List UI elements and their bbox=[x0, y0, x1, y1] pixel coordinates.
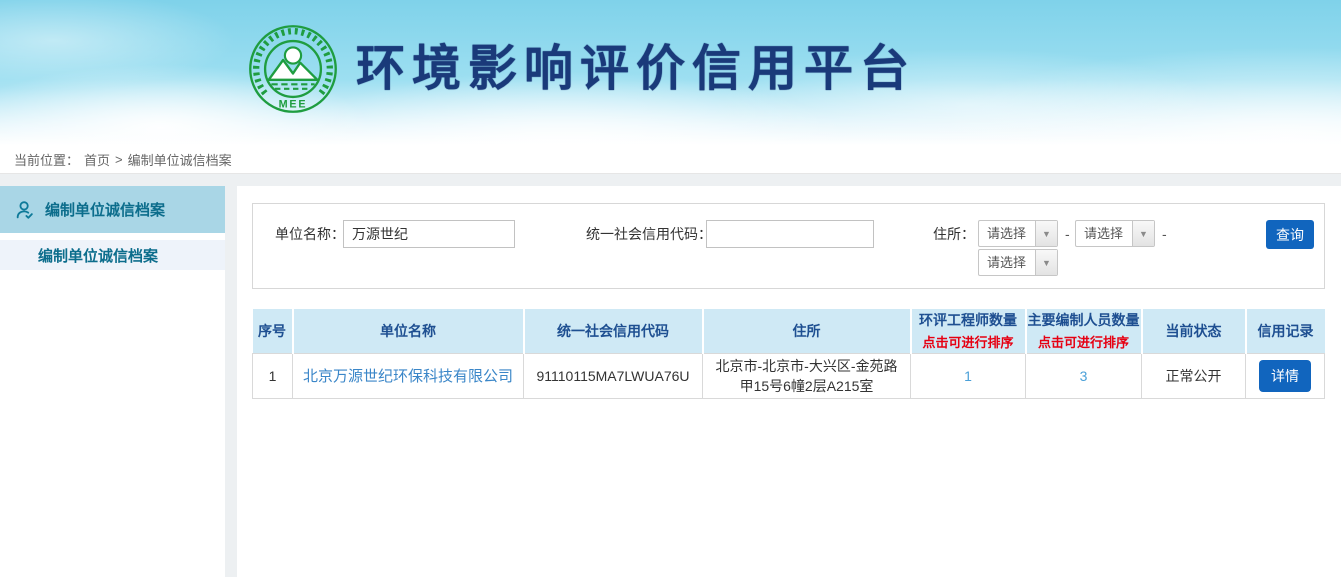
col-header-engineer-count-sortable[interactable]: 环评工程师数量 点击可进行排序 bbox=[911, 309, 1026, 353]
engineer-count-header-label: 环评工程师数量 bbox=[919, 312, 1017, 328]
col-header-address: 住所 bbox=[703, 309, 911, 353]
query-button[interactable]: 查询 bbox=[1266, 220, 1314, 249]
site-header: MEE 环境影响评价信用平台 bbox=[0, 0, 1341, 145]
province-select[interactable]: 请选择 ▼ bbox=[978, 220, 1058, 247]
col-header-status: 当前状态 bbox=[1142, 309, 1246, 353]
engineer-count-sort-hint[interactable]: 点击可进行排序 bbox=[912, 332, 1025, 351]
breadcrumb: 当前位置： 首页 > 编制单位诚信档案 bbox=[0, 145, 1341, 174]
user-check-icon bbox=[14, 199, 36, 221]
col-header-staff-count-sortable[interactable]: 主要编制人员数量 点击可进行排序 bbox=[1026, 309, 1142, 353]
credit-code-label: 统一社会信用代码： bbox=[586, 220, 712, 248]
staff-count-link[interactable]: 3 bbox=[1080, 368, 1088, 384]
table-row: 1 北京万源世纪环保科技有限公司 91110115MA7LWUA76U 北京市-… bbox=[253, 353, 1325, 399]
cell-status: 正常公开 bbox=[1142, 353, 1246, 399]
cell-seq: 1 bbox=[253, 353, 293, 399]
unit-name-link[interactable]: 北京万源世纪环保科技有限公司 bbox=[303, 368, 513, 385]
cell-address: 北京市-北京市-大兴区-金苑路甲15号6幢2层A215室 bbox=[703, 353, 911, 399]
brand: MEE 环境影响评价信用平台 bbox=[248, 24, 916, 114]
page-body: 编制单位诚信档案 编制单位诚信档案 单位名称： 统一社会信用代码： 住所： 请选… bbox=[0, 186, 1341, 577]
city-select[interactable]: 请选择 ▼ bbox=[1075, 220, 1155, 247]
sidebar-gutter bbox=[225, 186, 237, 577]
detail-button[interactable]: 详情 bbox=[1259, 360, 1311, 392]
breadcrumb-label: 当前位置： bbox=[14, 150, 79, 169]
breadcrumb-separator: > bbox=[115, 152, 123, 167]
unit-name-label: 单位名称： bbox=[275, 220, 345, 248]
address-dash-1: - bbox=[1065, 220, 1070, 248]
svg-text:MEE: MEE bbox=[279, 99, 308, 111]
district-select-value: 请选择 bbox=[979, 250, 1035, 275]
sidebar-item-credit-archive[interactable]: 编制单位诚信档案 bbox=[0, 240, 225, 270]
address-dash-2: - bbox=[1162, 220, 1167, 248]
city-select-arrow-icon[interactable]: ▼ bbox=[1132, 221, 1154, 246]
main-content: 单位名称： 统一社会信用代码： 住所： 请选择 ▼ - 请选择 ▼ - 请选择 … bbox=[237, 186, 1341, 577]
divider-band bbox=[0, 174, 1341, 186]
col-header-credit-code: 统一社会信用代码 bbox=[524, 309, 703, 353]
cell-credit-code: 91110115MA7LWUA76U bbox=[524, 353, 703, 399]
table-header-row: 序号 单位名称 统一社会信用代码 住所 环评工程师数量 点击可进行排序 主要编制… bbox=[253, 309, 1325, 353]
city-select-value: 请选择 bbox=[1076, 221, 1132, 246]
engineer-count-link[interactable]: 1 bbox=[964, 368, 972, 384]
sidebar-section-label: 编制单位诚信档案 bbox=[45, 199, 165, 220]
col-header-unit-name: 单位名称 bbox=[293, 309, 524, 353]
credit-code-input[interactable] bbox=[706, 220, 874, 248]
breadcrumb-current: 编制单位诚信档案 bbox=[128, 150, 232, 169]
district-select[interactable]: 请选择 ▼ bbox=[978, 249, 1058, 276]
district-select-arrow-icon[interactable]: ▼ bbox=[1035, 250, 1057, 275]
sidebar: 编制单位诚信档案 编制单位诚信档案 bbox=[0, 186, 225, 577]
staff-count-sort-hint[interactable]: 点击可进行排序 bbox=[1027, 332, 1141, 351]
col-header-credit-record: 信用记录 bbox=[1246, 309, 1325, 353]
province-select-value: 请选择 bbox=[979, 221, 1035, 246]
mee-logo-icon: MEE bbox=[248, 24, 338, 114]
unit-name-input[interactable] bbox=[343, 220, 515, 248]
site-title: 环境影响评价信用平台 bbox=[356, 24, 916, 114]
results-table: 序号 单位名称 统一社会信用代码 住所 环评工程师数量 点击可进行排序 主要编制… bbox=[252, 309, 1325, 399]
breadcrumb-home-link[interactable]: 首页 bbox=[84, 150, 110, 169]
sidebar-section-credit-archive[interactable]: 编制单位诚信档案 bbox=[0, 186, 225, 233]
province-select-arrow-icon[interactable]: ▼ bbox=[1035, 221, 1057, 246]
address-label: 住所： bbox=[933, 220, 975, 248]
staff-count-header-label: 主要编制人员数量 bbox=[1028, 312, 1140, 328]
search-form: 单位名称： 统一社会信用代码： 住所： 请选择 ▼ - 请选择 ▼ - 请选择 … bbox=[252, 203, 1325, 289]
col-header-seq: 序号 bbox=[253, 309, 293, 353]
